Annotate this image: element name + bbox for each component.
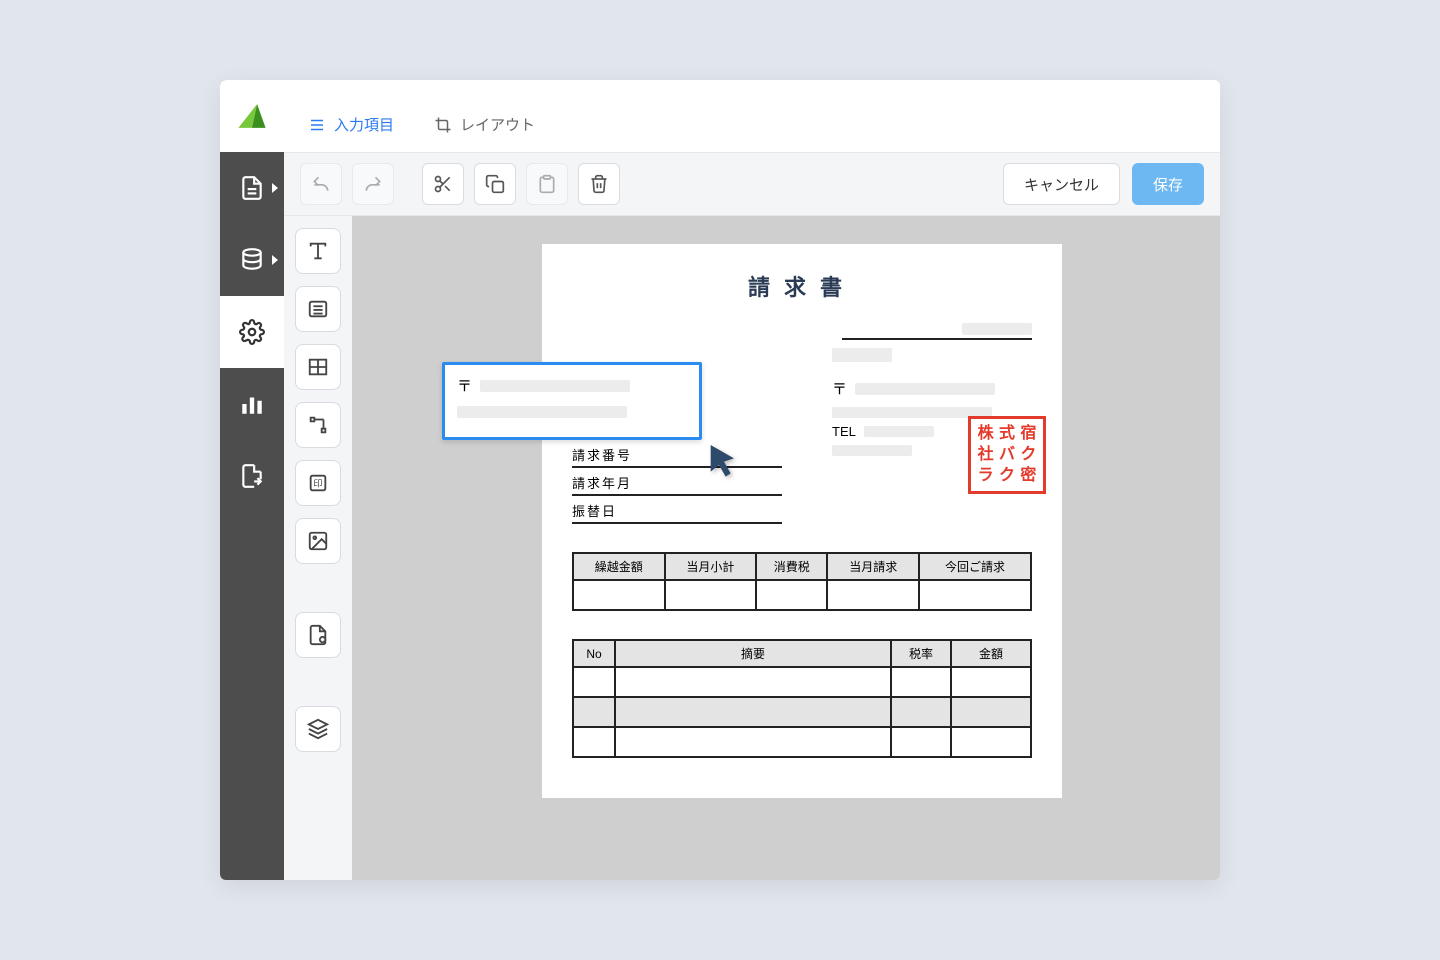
main-area: 入力項目 レイアウト <box>284 80 1220 880</box>
cancel-button[interactable]: キャンセル <box>1003 163 1120 205</box>
palette-image[interactable] <box>295 518 341 564</box>
th-subtotal: 当月小計 <box>665 553 757 580</box>
th-this-billing: 今回ご請求 <box>919 553 1031 580</box>
nav-export[interactable] <box>220 440 284 512</box>
field-invoice-date[interactable]: 請求年月 <box>572 468 782 496</box>
bar-chart-icon <box>239 391 265 417</box>
save-button[interactable]: 保存 <box>1132 163 1204 205</box>
nav-document[interactable] <box>220 152 284 224</box>
nav-database[interactable] <box>220 224 284 296</box>
table-row[interactable] <box>573 727 1031 757</box>
field-invoice-no[interactable]: 請求番号 <box>572 440 782 468</box>
palette-stamp[interactable]: 印 <box>295 460 341 506</box>
palette-table[interactable] <box>295 344 341 390</box>
trash-icon <box>589 174 609 194</box>
editor: 印 請求書 <box>284 216 1220 880</box>
summary-table[interactable]: 繰越金額 当月小計 消費税 当月請求 今回ご請求 <box>572 552 1032 611</box>
copy-button[interactable] <box>474 163 516 205</box>
list-box-icon <box>307 298 329 320</box>
document-icon <box>239 175 265 201</box>
placeholder-line <box>480 380 630 392</box>
document-page[interactable]: 請求書 〒 <box>542 244 1062 798</box>
postal-mark: 〒 <box>457 375 472 396</box>
redo-icon <box>363 174 383 194</box>
table-icon <box>307 356 329 378</box>
image-icon <box>307 530 329 552</box>
th-rate: 税率 <box>891 640 951 667</box>
element-palette: 印 <box>284 216 352 880</box>
shape-icon <box>307 414 329 436</box>
add-page-icon <box>307 624 329 646</box>
clipboard-icon <box>537 174 557 194</box>
logo-icon <box>235 99 269 133</box>
nav-sidebar <box>220 80 284 880</box>
nav-settings[interactable] <box>220 296 284 368</box>
list-icon <box>308 116 326 134</box>
th-no: No <box>573 640 615 667</box>
undo-icon <box>311 174 331 194</box>
dragged-address-field[interactable]: 〒 <box>442 362 702 440</box>
th-tax: 消費税 <box>756 553 827 580</box>
database-icon <box>239 247 265 273</box>
app-logo <box>220 80 284 152</box>
svg-text:印: 印 <box>313 478 322 489</box>
field-date[interactable] <box>842 320 1032 340</box>
th-carryover: 繰越金額 <box>573 553 665 580</box>
cursor-pointer-icon <box>704 440 744 485</box>
th-amount: 金額 <box>951 640 1031 667</box>
copy-icon <box>485 174 505 194</box>
palette-layers[interactable] <box>295 706 341 752</box>
export-icon <box>239 463 265 489</box>
th-desc: 摘要 <box>615 640 891 667</box>
table-row[interactable] <box>573 697 1031 727</box>
placeholder-line <box>832 348 892 362</box>
detail-table[interactable]: No 摘要 税率 金額 <box>572 639 1032 758</box>
palette-shape[interactable] <box>295 402 341 448</box>
scissors-icon <box>433 174 453 194</box>
stamp-icon: 印 <box>307 472 329 494</box>
delete-button[interactable] <box>578 163 620 205</box>
placeholder-line <box>832 445 912 456</box>
placeholder-line <box>457 406 627 418</box>
text-icon <box>307 240 329 262</box>
caret-right-icon <box>272 255 278 265</box>
caret-right-icon <box>272 183 278 193</box>
gear-icon <box>239 319 265 345</box>
top-tabs: 入力項目 レイアウト <box>284 80 1220 152</box>
tab-input-fields[interactable]: 入力項目 <box>308 114 394 151</box>
nav-analytics[interactable] <box>220 368 284 440</box>
company-postal[interactable]: 〒 <box>832 378 1032 399</box>
canvas[interactable]: 請求書 〒 <box>352 216 1220 880</box>
palette-list[interactable] <box>295 286 341 332</box>
palette-add-page[interactable] <box>295 612 341 658</box>
tab-label: 入力項目 <box>334 114 394 135</box>
layers-icon <box>307 718 329 740</box>
redo-button[interactable] <box>352 163 394 205</box>
company-seal[interactable]: 株 式 宿 社 バ ク ラ ク 密 <box>968 416 1046 494</box>
tab-layout[interactable]: レイアウト <box>434 114 535 151</box>
app-window: 入力項目 レイアウト <box>220 80 1220 880</box>
toolbar: キャンセル 保存 <box>284 152 1220 216</box>
crop-icon <box>434 116 452 134</box>
th-month-billing: 当月請求 <box>827 553 919 580</box>
document-title: 請求書 <box>572 270 1032 302</box>
tab-label: レイアウト <box>460 114 535 135</box>
palette-text[interactable] <box>295 228 341 274</box>
undo-button[interactable] <box>300 163 342 205</box>
field-transfer-date[interactable]: 振替日 <box>572 496 782 524</box>
table-row[interactable] <box>573 580 1031 610</box>
paste-button[interactable] <box>526 163 568 205</box>
cut-button[interactable] <box>422 163 464 205</box>
table-row[interactable] <box>573 667 1031 697</box>
